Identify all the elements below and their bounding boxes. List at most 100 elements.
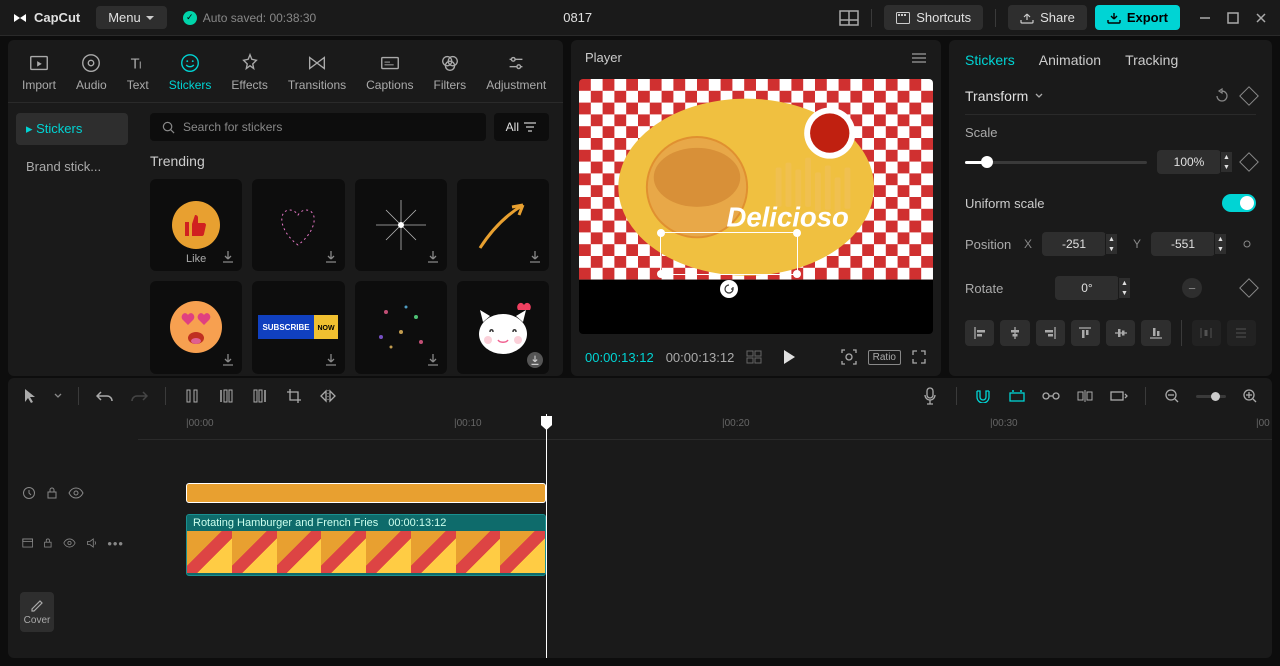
tab-tracking[interactable]: Tracking	[1125, 52, 1178, 68]
keyframe-icon[interactable]	[1239, 278, 1259, 298]
align-bottom-button[interactable]	[1141, 320, 1170, 346]
sticker-clip[interactable]	[186, 483, 546, 503]
download-icon[interactable]	[220, 352, 236, 368]
position-y-input[interactable]: -551	[1151, 232, 1215, 256]
fullscreen-icon[interactable]	[911, 349, 927, 365]
sticker-subscribe[interactable]: SUBSCRIBENOW	[252, 281, 344, 373]
zoom-in-button[interactable]	[1240, 386, 1260, 406]
link-xy-icon[interactable]	[1238, 237, 1256, 251]
align-center-h-button[interactable]	[1000, 320, 1029, 346]
tab-text[interactable]: TIText	[127, 48, 149, 102]
download-icon[interactable]	[527, 249, 543, 265]
tab-audio[interactable]: Audio	[76, 48, 107, 102]
redo-button[interactable]	[129, 386, 149, 406]
video-track[interactable]: Rotating Hamburger and French Fries 00:0…	[138, 514, 1272, 584]
tab-adjustment[interactable]: Adjustment	[486, 48, 546, 102]
ruler[interactable]: |00:00 |00:10 |00:20 |00:30 |00	[138, 414, 1272, 440]
eye-icon[interactable]	[63, 537, 76, 549]
sticker-star-flare[interactable]	[355, 179, 447, 271]
keyframe-icon[interactable]	[1239, 86, 1259, 106]
keyframe-icon[interactable]	[1239, 152, 1259, 172]
download-icon[interactable]	[323, 249, 339, 265]
download-icon[interactable]	[425, 249, 441, 265]
align-clips-tool[interactable]	[1075, 386, 1095, 406]
align-center-v-button[interactable]	[1106, 320, 1135, 346]
sticker-heart-eyes[interactable]	[150, 281, 242, 373]
search-input[interactable]: Search for stickers	[150, 113, 486, 141]
download-icon[interactable]	[527, 352, 543, 368]
minimize-icon[interactable]	[1198, 11, 1212, 25]
clock-icon[interactable]	[22, 486, 36, 500]
tab-animation[interactable]: Animation	[1039, 52, 1101, 68]
reset-icon[interactable]	[1214, 88, 1230, 104]
sticker-fireworks[interactable]	[355, 281, 447, 373]
play-button[interactable]	[782, 349, 796, 365]
mic-button[interactable]	[920, 386, 940, 406]
menu-button[interactable]: Menu	[96, 6, 167, 29]
mirror-tool[interactable]	[318, 386, 338, 406]
distribute-h-button[interactable]	[1192, 320, 1221, 346]
track-settings-tool[interactable]	[1109, 386, 1129, 406]
eye-icon[interactable]	[68, 487, 84, 499]
rotate-reset-button[interactable]: −	[1182, 278, 1202, 298]
speaker-icon[interactable]	[86, 536, 97, 550]
magnet-tool[interactable]	[973, 386, 993, 406]
distribute-v-button[interactable]	[1227, 320, 1256, 346]
video-icon[interactable]	[22, 537, 33, 549]
scan-icon[interactable]	[840, 348, 858, 366]
shortcuts-button[interactable]: Shortcuts	[884, 5, 983, 30]
cover-button[interactable]: Cover	[20, 592, 54, 632]
sticker-arrow[interactable]	[457, 179, 549, 271]
link-tool[interactable]	[1041, 386, 1061, 406]
layout-icon[interactable]	[839, 10, 859, 26]
scale-down[interactable]: ▼	[1220, 162, 1232, 172]
timeline-tracks[interactable]: |00:00 |00:10 |00:20 |00:30 |00 Rotating…	[138, 414, 1272, 658]
align-top-button[interactable]	[1071, 320, 1100, 346]
video-clip[interactable]: Rotating Hamburger and French Fries 00:0…	[186, 514, 546, 576]
rotate-input[interactable]: 0°	[1055, 276, 1119, 300]
close-icon[interactable]	[1254, 11, 1268, 25]
sticker-cat[interactable]	[457, 281, 549, 373]
tab-import[interactable]: Import	[22, 48, 56, 102]
sticker-heart-sparkle[interactable]	[252, 179, 344, 271]
download-icon[interactable]	[323, 352, 339, 368]
pointer-tool[interactable]	[20, 386, 40, 406]
scale-up[interactable]: ▲	[1220, 152, 1232, 162]
align-right-button[interactable]	[1036, 320, 1065, 346]
align-left-button[interactable]	[965, 320, 994, 346]
undo-button[interactable]	[95, 386, 115, 406]
resize-handle-tl[interactable]	[657, 229, 665, 237]
slider-thumb[interactable]	[981, 156, 993, 168]
transform-section-header[interactable]: Transform	[965, 78, 1256, 115]
tab-transitions[interactable]: Transitions	[288, 48, 346, 102]
tab-stickers[interactable]: Stickers	[169, 48, 212, 102]
sticker-like[interactable]: Like	[150, 179, 242, 271]
ratio-button[interactable]: Ratio	[868, 350, 901, 365]
filter-all-button[interactable]: All	[494, 113, 549, 141]
compare-icon[interactable]	[746, 350, 762, 364]
trim-right-tool[interactable]	[250, 386, 270, 406]
sticker-track[interactable]	[138, 478, 1272, 508]
nav-stickers[interactable]: ▸ Stickers	[16, 113, 128, 145]
maximize-icon[interactable]	[1226, 11, 1240, 25]
scale-slider[interactable]	[965, 161, 1147, 164]
crop-tool[interactable]	[284, 386, 304, 406]
lock-icon[interactable]	[43, 536, 53, 550]
share-button[interactable]: Share	[1008, 5, 1087, 30]
rotate-handle[interactable]	[720, 280, 738, 298]
position-x-input[interactable]: -251	[1042, 232, 1106, 256]
scale-input[interactable]: 100%	[1157, 150, 1221, 174]
zoom-out-button[interactable]	[1162, 386, 1182, 406]
chevron-down-icon[interactable]	[54, 392, 62, 400]
tab-stickers-props[interactable]: Stickers	[965, 52, 1015, 68]
selection-box[interactable]	[660, 232, 798, 275]
export-button[interactable]: Export	[1095, 5, 1180, 30]
download-icon[interactable]	[425, 352, 441, 368]
more-icon[interactable]: •••	[107, 536, 124, 551]
lock-icon[interactable]	[46, 486, 58, 500]
tab-effects[interactable]: Effects	[231, 48, 267, 102]
uniform-scale-toggle[interactable]	[1222, 194, 1256, 212]
tab-filters[interactable]: Filters	[434, 48, 467, 102]
player-viewport[interactable]: Delicioso	[579, 79, 933, 334]
menu-icon[interactable]	[911, 51, 927, 65]
